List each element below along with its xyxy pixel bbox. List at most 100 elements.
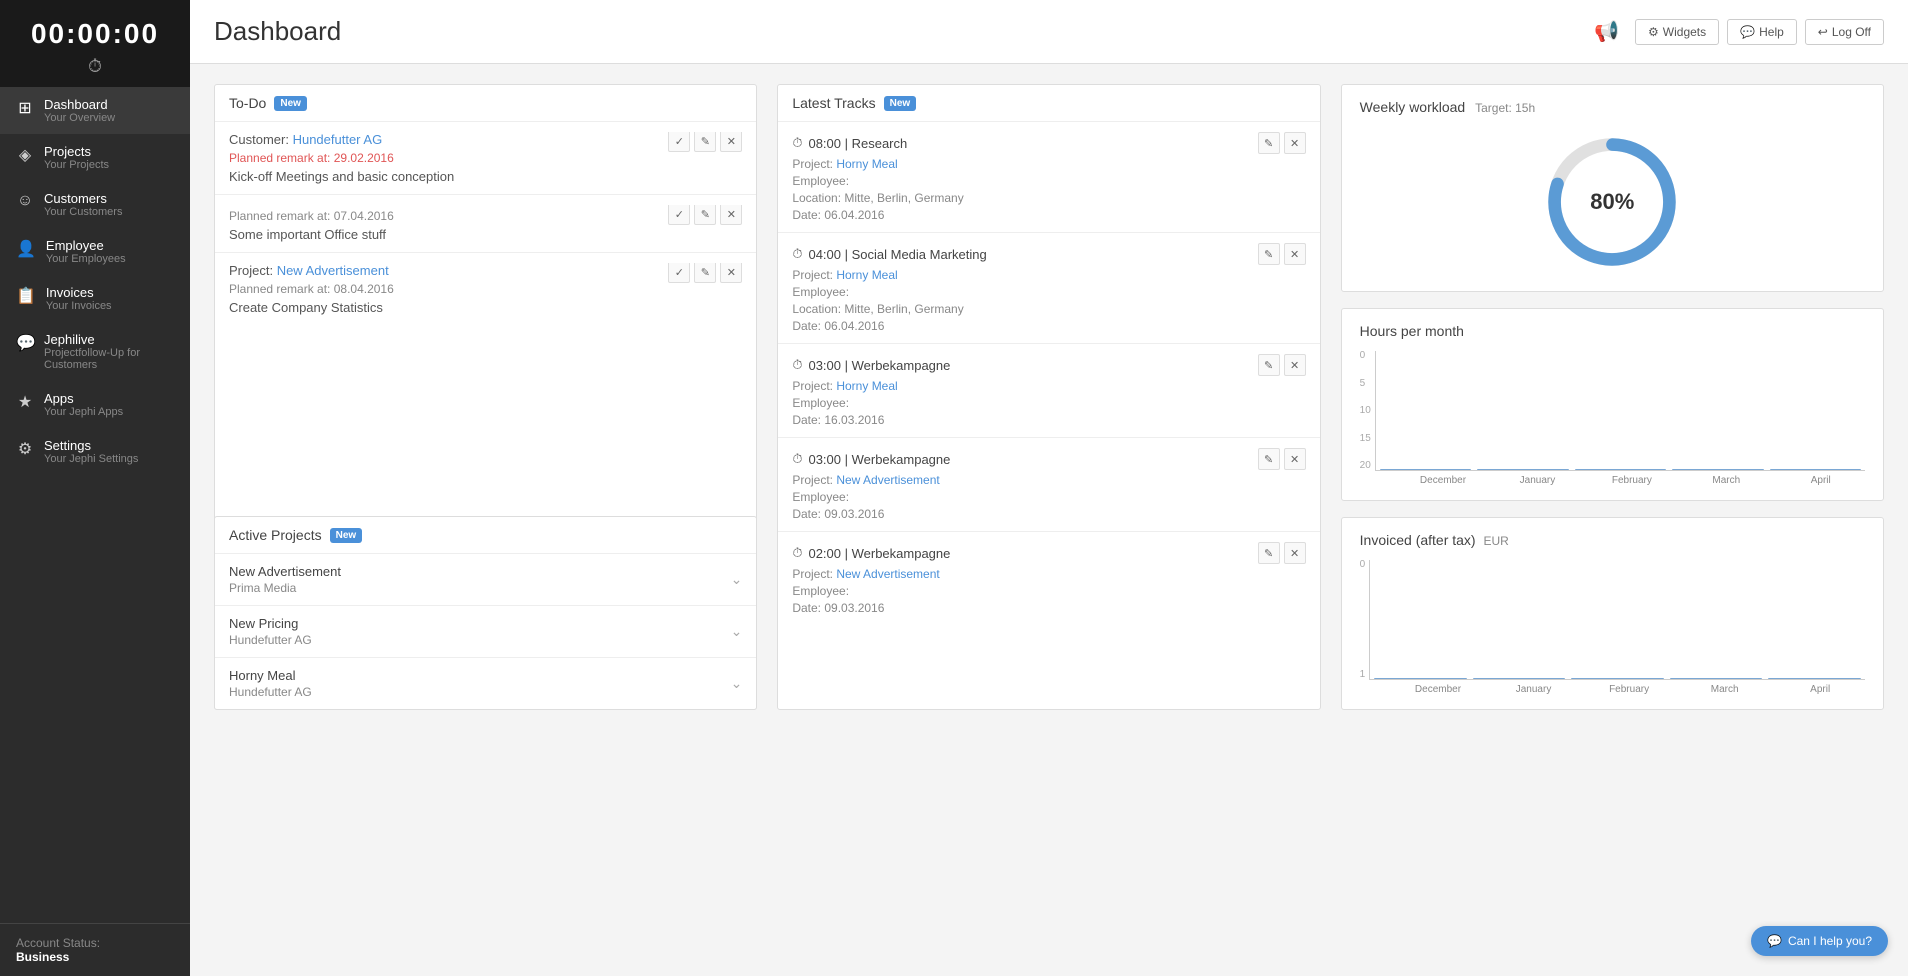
bar-y-label: 20 — [1360, 461, 1371, 471]
bar-y-label: 15 — [1360, 434, 1371, 444]
track-project: Project: Horny Meal — [792, 379, 1305, 393]
hours-section: Hours per month 20151050 DecemberJanuary… — [1341, 308, 1884, 501]
sidebar-item-customers[interactable]: ☺ Customers Your Customers — [0, 181, 190, 228]
track-location: Location: Mitte, Berlin, Germany — [792, 191, 1305, 205]
invoiced-section: Invoiced (after tax) EUR 10 DecemberJanu… — [1341, 517, 1884, 710]
todo-edit-btn[interactable]: ✎ — [694, 132, 716, 152]
track-project-link[interactable]: New Advertisement — [836, 473, 939, 487]
bar-y-label: 0 — [1360, 351, 1371, 361]
project-item[interactable]: New Advertisement Prima Media ⌄ — [215, 554, 756, 606]
bar — [1770, 469, 1861, 470]
track-delete-btn[interactable]: ✕ — [1284, 243, 1306, 265]
bar-y-label: 10 — [1360, 406, 1371, 416]
bar-group — [1473, 678, 1566, 679]
right-panel: Weekly workload Target: 15h 80% Hours pe… — [1341, 84, 1884, 710]
megaphone-icon[interactable]: 📢 — [1586, 15, 1627, 48]
projects-nav-icon: ◈ — [16, 145, 34, 165]
sidebar-item-dashboard[interactable]: ⊞ Dashboard Your Overview — [0, 87, 190, 134]
chat-icon: 💬 — [1767, 934, 1782, 948]
bar-group — [1575, 469, 1666, 470]
sidebar-item-projects[interactable]: ◈ Projects Your Projects — [0, 134, 190, 181]
customers-nav-icon: ☺ — [16, 192, 34, 210]
todo-remark: Planned remark at: 07.04.2016 — [229, 209, 742, 223]
todo-edit-btn[interactable]: ✎ — [694, 205, 716, 225]
invoiced-bar-chart-wrap: 10 DecemberJanuaryFebruaryMarchApril — [1360, 560, 1865, 695]
todo-text: Some important Office stuff — [229, 227, 742, 242]
track-edit-btn[interactable]: ✎ — [1258, 542, 1280, 564]
bar — [1672, 469, 1763, 470]
sidebar-item-apps[interactable]: ★ Apps Your Jephi Apps — [0, 381, 190, 428]
jephilive-nav-sub: Projectfollow-Up for Customers — [44, 347, 174, 371]
main-area: Dashboard 📢 ⚙ Widgets 💬 Help ↩ Log Off T… — [190, 0, 1908, 976]
project-company: Hundefutter AG — [229, 685, 312, 699]
gear-icon: ⚙ — [1648, 25, 1659, 39]
track-date: Date: 16.03.2016 — [792, 413, 1305, 427]
widgets-button[interactable]: ⚙ Widgets — [1635, 19, 1719, 45]
track-actions: ✎ ✕ — [1258, 354, 1306, 376]
todo-item-actions: ✓ ✎ ✕ — [668, 205, 742, 225]
todo-customer-link[interactable]: Hundefutter AG — [293, 132, 383, 147]
track-delete-btn[interactable]: ✕ — [1284, 448, 1306, 470]
bar-x-label: April — [1775, 684, 1865, 695]
bar-group — [1380, 469, 1471, 470]
bar — [1374, 678, 1467, 679]
track-project-link[interactable]: Horny Meal — [836, 268, 897, 282]
clock-icon: ⏱ — [792, 135, 802, 151]
logoff-button[interactable]: ↩ Log Off — [1805, 19, 1884, 45]
track-project-link[interactable]: Horny Meal — [836, 157, 897, 171]
clock-icon: ⏱ — [792, 451, 802, 467]
todo-project-link[interactable]: New Advertisement — [277, 263, 389, 278]
active-projects-title: Active Projects — [229, 527, 322, 543]
todo-delete-btn[interactable]: ✕ — [720, 132, 742, 152]
track-project-link[interactable]: Horny Meal — [836, 379, 897, 393]
help-button[interactable]: 💬 Help — [1727, 19, 1797, 45]
project-item[interactable]: New Pricing Hundefutter AG ⌄ — [215, 606, 756, 658]
track-edit-btn[interactable]: ✎ — [1258, 354, 1280, 376]
project-item[interactable]: Horny Meal Hundefutter AG ⌄ — [215, 658, 756, 709]
track-date: Date: 09.03.2016 — [792, 601, 1305, 615]
sidebar-item-jephilive[interactable]: 💬 Jephilive Projectfollow-Up for Custome… — [0, 322, 190, 381]
invoices-nav-label: Invoices — [46, 285, 112, 300]
track-item: ⏱ 04:00 | Social Media Marketing ✎ ✕ Pro… — [778, 233, 1319, 344]
bar-group — [1571, 678, 1664, 679]
projects-nav-label: Projects — [44, 144, 109, 159]
todo-edit-btn[interactable]: ✎ — [694, 263, 716, 283]
track-edit-btn[interactable]: ✎ — [1258, 243, 1280, 265]
projects-nav-sub: Your Projects — [44, 159, 109, 171]
todo-check-btn[interactable]: ✓ — [668, 205, 690, 225]
track-items: ⏱ 08:00 | Research ✎ ✕ Project: Horny Me… — [778, 122, 1319, 625]
track-item: ⏱ 03:00 | Werbekampagne ✎ ✕ Project: Hor… — [778, 344, 1319, 438]
hours-title: Hours per month — [1360, 323, 1865, 339]
logoff-label: Log Off — [1832, 25, 1871, 39]
todo-item: ✓ ✎ ✕ Customer: Hundefutter AG Planned r… — [215, 122, 756, 195]
track-project-link[interactable]: New Advertisement — [836, 567, 939, 581]
bar-x-label: December — [1399, 475, 1487, 486]
account-status-value: Business — [16, 950, 69, 964]
bar-group — [1477, 469, 1568, 470]
bar-x-label: March — [1680, 684, 1770, 695]
todo-delete-btn[interactable]: ✕ — [720, 205, 742, 225]
track-employee: Employee: — [792, 285, 1305, 299]
bar-group — [1672, 469, 1763, 470]
chat-bubble[interactable]: 💬 Can I help you? — [1751, 926, 1888, 956]
track-delete-btn[interactable]: ✕ — [1284, 132, 1306, 154]
track-edit-btn[interactable]: ✎ — [1258, 132, 1280, 154]
sidebar-item-employee[interactable]: 👤 Employee Your Employees — [0, 228, 190, 275]
donut-label: 80% — [1590, 189, 1634, 215]
widgets-label: Widgets — [1663, 25, 1706, 39]
customers-nav-label: Customers — [44, 191, 122, 206]
bar-x-label: January — [1489, 684, 1579, 695]
todo-check-btn[interactable]: ✓ — [668, 132, 690, 152]
sidebar-item-invoices[interactable]: 📋 Invoices Your Invoices — [0, 275, 190, 322]
invoiced-x-labels: DecemberJanuaryFebruaryMarchApril — [1393, 680, 1865, 695]
sidebar-item-settings[interactable]: ⚙ Settings Your Jephi Settings — [0, 428, 190, 475]
track-time: 02:00 | Werbekampagne — [808, 546, 950, 561]
track-delete-btn[interactable]: ✕ — [1284, 542, 1306, 564]
todo-delete-btn[interactable]: ✕ — [720, 263, 742, 283]
track-delete-btn[interactable]: ✕ — [1284, 354, 1306, 376]
settings-nav-icon: ⚙ — [16, 439, 34, 459]
todo-check-btn[interactable]: ✓ — [668, 263, 690, 283]
track-edit-btn[interactable]: ✎ — [1258, 448, 1280, 470]
track-employee: Employee: — [792, 396, 1305, 410]
track-date: Date: 06.04.2016 — [792, 319, 1305, 333]
